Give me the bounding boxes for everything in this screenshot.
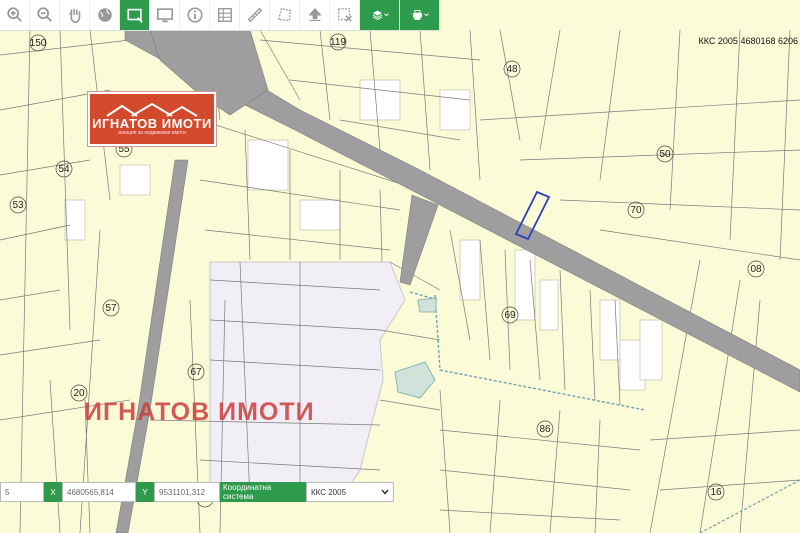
coordinate-reference: ККС 2005 4680168 6206 <box>698 36 798 46</box>
info-icon <box>186 7 203 23</box>
parcel-label: 48 <box>506 64 518 75</box>
clear-selection-button[interactable] <box>330 0 360 30</box>
coord-field-1[interactable]: 5 <box>0 482 44 502</box>
measure-button[interactable] <box>240 0 270 30</box>
parcel-label: 53 <box>12 200 24 211</box>
upload-icon <box>307 7 322 21</box>
cadastral-map[interactable]: 15011948555453507008576967208616988 <box>0 0 800 533</box>
house-roofs-icon <box>106 102 198 117</box>
coordinate-system-select[interactable]: ККС 2005 <box>306 482 394 502</box>
globe-icon <box>97 8 112 22</box>
logo-name: ИГНАТОВ ИМОТИ <box>92 115 212 131</box>
upload-button[interactable] <box>300 0 330 30</box>
chevron-down-icon <box>381 489 389 495</box>
screen-icon <box>156 8 173 23</box>
clear-selection-icon <box>337 8 352 22</box>
parcel-label: 08 <box>750 264 762 275</box>
parcel-label: 54 <box>58 164 70 175</box>
select-rect-button[interactable] <box>120 0 150 30</box>
y-label: Y <box>136 482 154 502</box>
parcel-label: 69 <box>504 310 516 321</box>
area-polygon-icon <box>277 7 291 22</box>
screen-button[interactable] <box>150 0 180 30</box>
grid-query-icon <box>217 8 232 22</box>
map-toolbar <box>0 0 440 31</box>
parcel-label: 150 <box>30 38 47 49</box>
x-coordinate-field[interactable]: 4680565,814 <box>62 482 136 502</box>
y-coordinate-field[interactable]: 9531101,312 <box>154 482 220 502</box>
coordinate-bar: 5 X 4680565,814 Y 9531101,312 Координатн… <box>0 482 394 502</box>
coordinate-system-label: Координатна система <box>220 482 306 502</box>
info-button[interactable] <box>180 0 210 30</box>
coordinate-system-value: ККС 2005 <box>311 487 347 497</box>
logo-tagline: агенция за недвижими имоти <box>118 129 186 136</box>
area-button[interactable] <box>270 0 300 30</box>
grid-query-button[interactable] <box>210 0 240 30</box>
parcel-label: 119 <box>330 37 346 48</box>
parcel-label: 86 <box>539 424 551 435</box>
zoom-out-icon <box>36 7 52 22</box>
zoom-in-icon <box>6 7 22 22</box>
pan-button[interactable] <box>60 0 90 30</box>
layers-dropdown-button[interactable] <box>360 0 400 30</box>
zoom-in-button[interactable] <box>0 0 30 30</box>
zoom-out-button[interactable] <box>30 0 60 30</box>
select-rect-icon <box>126 8 143 23</box>
print-dropdown-button[interactable] <box>400 0 440 30</box>
parcel-label: 70 <box>630 205 642 216</box>
parcel-label: 16 <box>710 487 722 498</box>
agency-logo: ИГНАТОВ ИМОТИ агенция за недвижими имоти <box>88 92 216 146</box>
printer-dropdown-icon <box>412 10 429 20</box>
pond-2 <box>417 297 437 313</box>
globe-button[interactable] <box>90 0 120 30</box>
parcel-label: 57 <box>105 303 117 314</box>
pan-hand-icon <box>68 8 80 24</box>
watermark-text: ИГНАТОВ ИМОТИ <box>84 398 315 426</box>
layers-dropdown-icon <box>372 10 389 21</box>
parcel-label: 50 <box>659 149 671 160</box>
parcel-label: 67 <box>190 367 202 378</box>
x-label: X <box>44 482 62 502</box>
measure-ruler-icon <box>247 7 262 23</box>
